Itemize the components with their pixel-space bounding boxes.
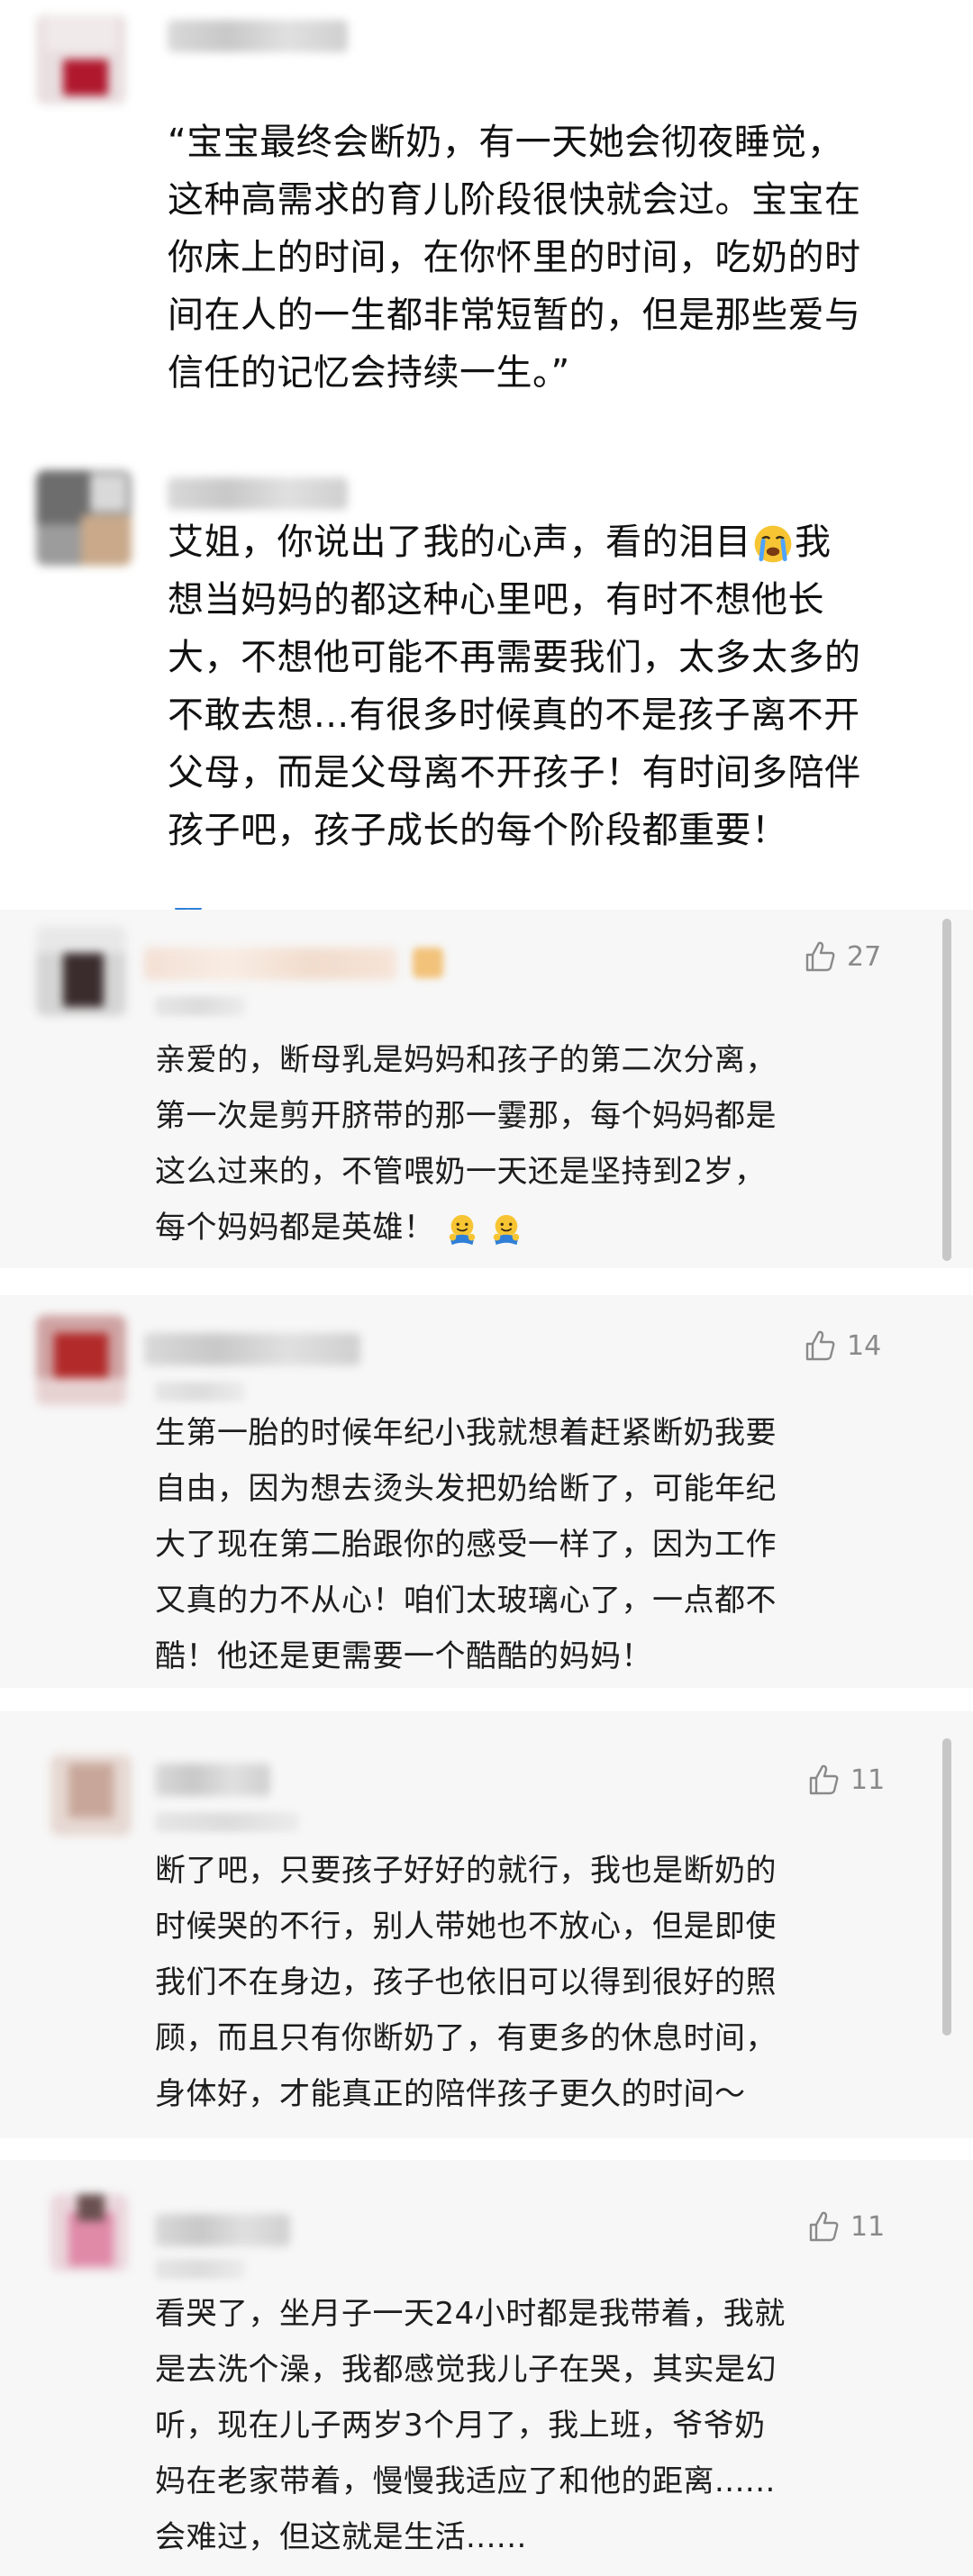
avatar[interactable]	[36, 926, 126, 1016]
like-count: 27	[847, 940, 882, 973]
hug-emoji	[445, 1212, 479, 1247]
user-meta	[155, 1812, 299, 1832]
user-meta	[155, 1382, 245, 1401]
comment-text-before: 艾姐，你说出了我的心声，看的泪目	[168, 522, 751, 563]
reply-text: 看哭了，坐月子一天24小时都是我带着，我就 是去洗个澡，我都感觉我儿子在哭，其实…	[155, 2296, 786, 2555]
scrollbar[interactable]	[942, 1738, 951, 2036]
comment-card: “宝宝最终会断奶，有一天她会彻夜睡觉， 这种高需求的育儿阶段很快就会过。宝宝在 …	[0, 0, 973, 450]
reply-text: 亲爱的，断母乳是妈妈和孩子的第二次分离， 第一次是剪开脐带的那一霎那，每个妈妈都…	[155, 1032, 930, 1256]
avatar[interactable]	[50, 2194, 128, 2272]
avatar[interactable]	[36, 470, 132, 566]
avatar[interactable]	[36, 1315, 126, 1405]
scrollbar[interactable]	[942, 919, 951, 1261]
comment-text: 艾姐，你说出了我的心声，看的泪目我 想当妈妈的都这种心里吧，有时不想他长 大，不…	[168, 513, 942, 859]
comment-text-content: “宝宝最终会断奶，有一天她会彻夜睡觉， 这种高需求的育儿阶段很快就会过。宝宝在 …	[168, 122, 861, 394]
reply-text: 生第一胎的时候年纪小我就想着赶紧断奶我要 自由，因为想去烫头发把奶给断了，可能年…	[155, 1415, 777, 1674]
scrollbar-thumb[interactable]	[942, 919, 951, 1261]
crying-face-emoji	[751, 522, 795, 566]
like-button[interactable]: 11	[805, 2209, 885, 2245]
reply-card: 11 看哭了，坐月子一天24小时都是我带着，我就 是去洗个澡，我都感觉我儿子在哭…	[0, 2160, 973, 2576]
user-badge	[413, 948, 443, 978]
reply-text: 断了吧，只要孩子好好的就行，我也是断奶的 时候哭的不行，别人带她也不放心，但是即…	[155, 1853, 777, 2112]
hug-emoji	[489, 1212, 523, 1247]
like-button[interactable]: 11	[805, 1762, 885, 1798]
username[interactable]	[144, 948, 396, 980]
comment-card: 艾姐，你说出了我的心声，看的泪目我 想当妈妈的都这种心里吧，有时不想他长 大，不…	[0, 450, 973, 908]
thumbs-up-icon	[802, 939, 838, 975]
avatar[interactable]	[50, 1755, 132, 1836]
user-meta	[155, 996, 245, 1016]
comment-text-after: 我 想当妈妈的都这种心里吧，有时不想他长 大，不想他可能不再需要我们，太多太多的…	[168, 522, 861, 851]
avatar[interactable]	[36, 14, 126, 104]
thumbs-up-icon	[802, 1328, 838, 1364]
like-count: 11	[850, 2210, 886, 2243]
username[interactable]	[168, 20, 348, 52]
user-meta	[155, 2259, 245, 2279]
like-count: 14	[847, 1329, 882, 1362]
username[interactable]	[155, 1764, 270, 1796]
username[interactable]	[168, 477, 348, 510]
thumbs-up-icon	[805, 1762, 841, 1798]
like-button[interactable]: 14	[802, 1328, 881, 1364]
like-count: 11	[850, 1764, 886, 1796]
thumbs-up-icon	[805, 2209, 841, 2245]
username[interactable]	[155, 2214, 290, 2246]
reply-card: 14 生第一胎的时候年纪小我就想着赶紧断奶我要 自由，因为想去烫头发把奶给断了，…	[0, 1295, 973, 1688]
username[interactable]	[144, 1333, 360, 1365]
reply-card: 11 断了吧，只要孩子好好的就行，我也是断奶的 时候哭的不行，别人带她也不放心，…	[0, 1711, 973, 2138]
like-button[interactable]: 27	[802, 939, 881, 975]
reply-card: 27 亲爱的，断母乳是妈妈和孩子的第二次分离， 第一次是剪开脐带的那一霎那，每个…	[0, 910, 973, 1268]
scrollbar-thumb[interactable]	[942, 1738, 951, 2036]
